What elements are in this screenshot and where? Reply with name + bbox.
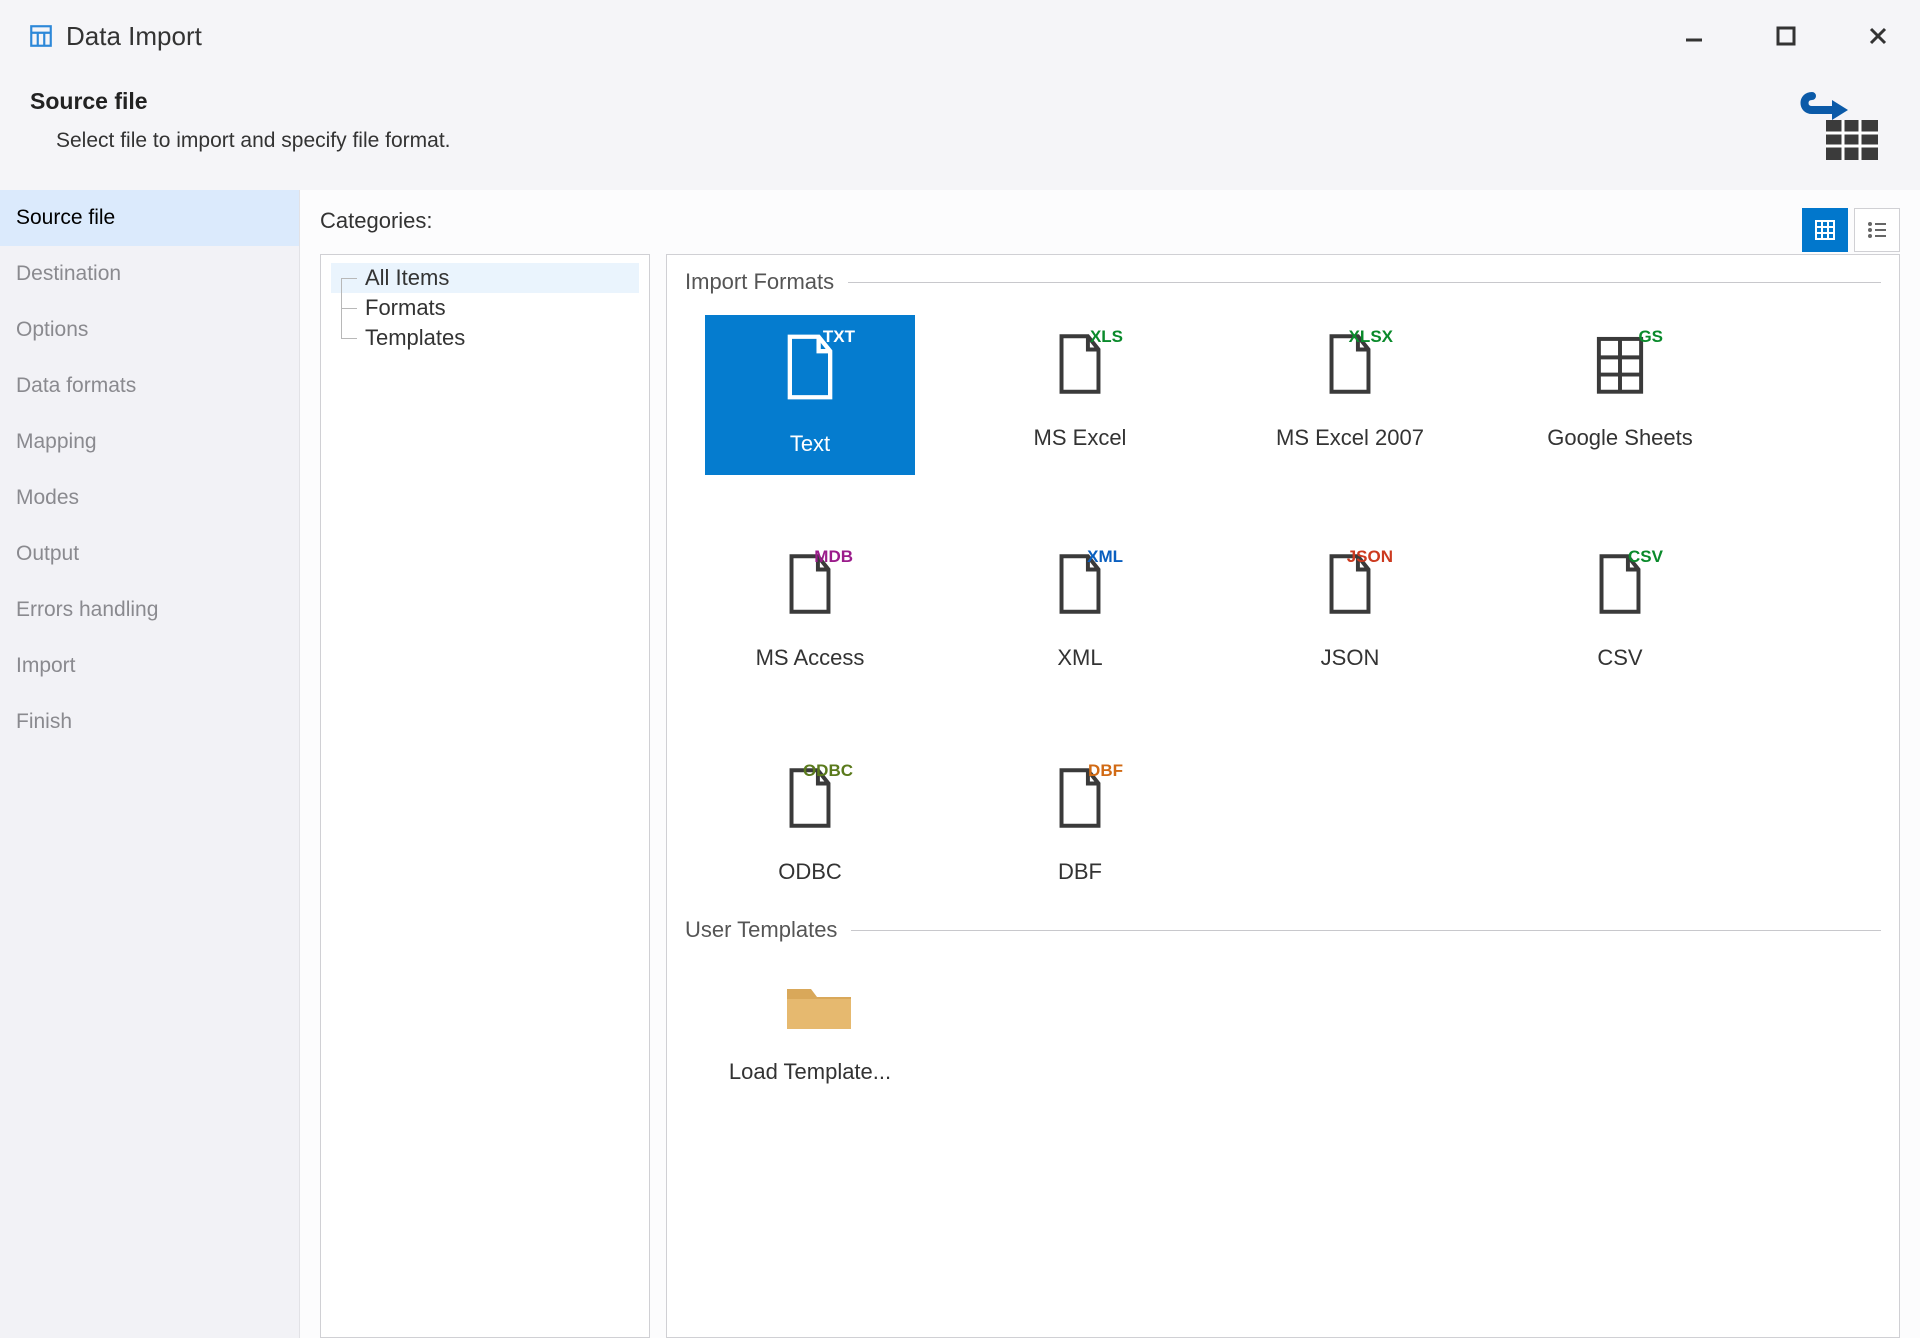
grid-view-button[interactable] [1802,208,1848,252]
minimize-button[interactable] [1672,14,1716,58]
file-icon: CSV [1593,551,1647,617]
app-icon [28,23,54,49]
template-tile-load[interactable]: Load Template... [705,963,915,1103]
tile-label: Google Sheets [1547,425,1693,451]
sidebar-step-modes[interactable]: Modes [0,470,299,526]
formats-panel[interactable]: Import Formats TXT Text XLS MS Excel XLS… [666,254,1900,1338]
tree-node-all-items[interactable]: All Items [331,263,639,293]
categories-tree: All ItemsFormatsTemplates [320,254,650,1338]
file-icon: XML [1053,551,1107,617]
import-to-table-icon [1790,88,1880,162]
tile-label: MS Excel [1034,425,1127,451]
sidebar-step-import[interactable]: Import [0,638,299,694]
tree-node-formats[interactable]: Formats [331,293,639,323]
page-subheading: Select file to import and specify file f… [30,129,1790,153]
sidebar-step-output[interactable]: Output [0,526,299,582]
format-tile-ms-access[interactable]: MDB MS Access [705,535,915,689]
main-panel: Categories: [300,190,1920,1338]
format-tile-odbc[interactable]: ODBC ODBC [705,749,915,903]
tile-label: MS Excel 2007 [1276,425,1424,451]
format-tile-csv[interactable]: CSV CSV [1515,535,1725,689]
sidebar-step-finish[interactable]: Finish [0,694,299,750]
titlebar: Data Import [0,0,1920,66]
user-templates-label: User Templates [685,917,837,943]
file-icon: TXT [781,331,839,403]
file-icon: DBF [1053,765,1107,831]
format-tile-ms-excel-2007[interactable]: XLSX MS Excel 2007 [1245,315,1455,475]
tile-label: Load Template... [729,1059,891,1085]
list-view-button[interactable] [1854,208,1900,252]
sidebar-step-data-formats[interactable]: Data formats [0,358,299,414]
sidebar-step-source-file[interactable]: Source file [0,190,299,246]
tile-label: CSV [1597,645,1642,671]
import-formats-group: Import Formats TXT Text XLS MS Excel XLS… [685,269,1881,903]
folder-icon [783,979,837,1045]
page-header: Source file Select file to import and sp… [0,66,1920,190]
user-templates-group: User Templates Load Template... [685,917,1881,1103]
close-button[interactable] [1856,14,1900,58]
import-formats-label: Import Formats [685,269,834,295]
sidebar-step-options[interactable]: Options [0,302,299,358]
tile-label: MS Access [756,645,865,671]
format-tile-text[interactable]: TXT Text [705,315,915,475]
format-tile-google-sheets[interactable]: GS Google Sheets [1515,315,1725,475]
data-import-window: Data Import Source file Select file to i… [0,0,1920,1338]
tile-label: DBF [1058,859,1102,885]
wizard-steps-sidebar: Source fileDestinationOptionsData format… [0,190,300,1338]
format-tile-json[interactable]: JSON JSON [1245,535,1455,689]
tile-label: JSON [1321,645,1380,671]
sidebar-step-destination[interactable]: Destination [0,246,299,302]
format-tile-dbf[interactable]: DBF DBF [975,749,1185,903]
sidebar-step-mapping[interactable]: Mapping [0,414,299,470]
tile-label: Text [790,431,830,457]
file-icon: XLSX [1323,331,1377,397]
maximize-button[interactable] [1764,14,1808,58]
sidebar-step-errors-handling[interactable]: Errors handling [0,582,299,638]
tile-label: XML [1057,645,1102,671]
categories-label: Categories: [320,208,433,234]
view-mode-toggle [1802,208,1900,252]
file-icon: JSON [1323,551,1377,617]
tree-node-templates[interactable]: Templates [331,323,639,353]
file-icon: ODBC [783,765,837,831]
format-tile-xml[interactable]: XML XML [975,535,1185,689]
page-heading: Source file [30,88,1790,115]
tile-label: ODBC [778,859,842,885]
file-icon: MDB [783,551,837,617]
window-title: Data Import [66,21,1672,52]
format-tile-ms-excel[interactable]: XLS MS Excel [975,315,1185,475]
file-icon: GS [1593,331,1647,397]
file-icon: XLS [1053,331,1107,397]
